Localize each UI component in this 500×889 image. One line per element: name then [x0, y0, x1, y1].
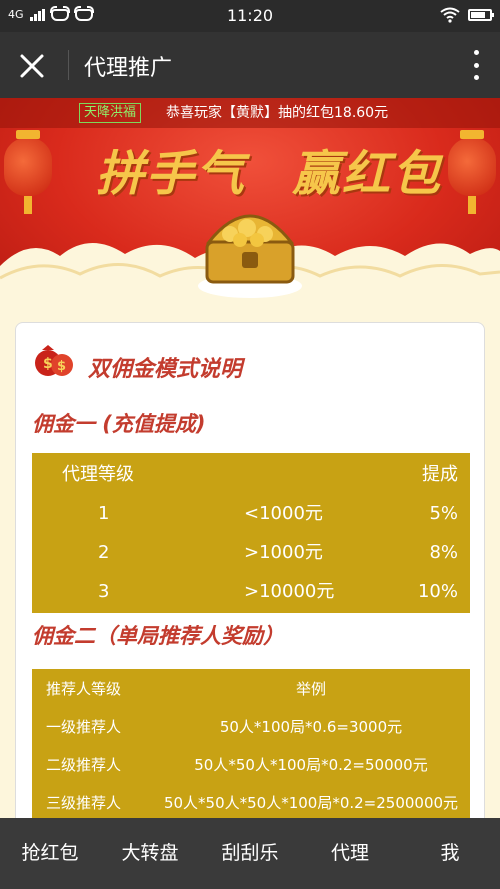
clock: 11:20 — [226, 6, 274, 25]
page-title: 代理推广 — [84, 56, 173, 81]
svg-text:$: $ — [57, 359, 66, 374]
cell-example: 50人*50人*50人*100局*0.2=2500000元 — [163, 794, 459, 812]
treasure-chest-icon — [198, 214, 302, 298]
cell-threshold: <1000元 — [244, 503, 323, 524]
nav-bar: 代理推广 — [0, 32, 500, 98]
commission-card: $ $ 双佣金模式说明 佣金一 (充值提成) 代理等级 提成 1 <1000元 … — [15, 322, 485, 843]
wifi-icon — [440, 7, 460, 23]
cell-rate: 5% — [429, 503, 458, 524]
cell-threshold: >10000元 — [244, 581, 335, 602]
promo-banner: 天降洪福 恭喜玩家【黄默】抽的红包18.60元 拼手气 赢红包 — [0, 98, 500, 308]
more-menu-icon[interactable] — [472, 50, 480, 80]
table-row: 3 >10000元 10% — [32, 574, 470, 610]
cell-level: 2 — [98, 542, 110, 563]
cell-threshold: >1000元 — [244, 542, 323, 563]
header-commission: 提成 — [422, 464, 458, 485]
table-row: 三级推荐人 50人*50人*50人*100局*0.2=2500000元 — [32, 785, 470, 821]
referral-reward-table: 推荐人等级 举例 一级推荐人 50人*100局*0.6=3000元 二级推荐人 … — [32, 669, 470, 843]
status-right — [440, 7, 494, 23]
cell-rate: 8% — [429, 542, 458, 563]
tab-red-packet[interactable]: 抢红包 — [0, 818, 100, 889]
header-example: 举例 — [295, 680, 326, 698]
section2-title: 佣金二（单局推荐人奖励） — [32, 624, 284, 648]
table-row: 一级推荐人 50人*100局*0.6=3000元 — [32, 709, 470, 745]
tab-agent[interactable]: 代理 — [300, 818, 400, 889]
battery-icon — [468, 9, 494, 21]
nav-divider — [68, 50, 69, 80]
winner-ticker: 天降洪福 恭喜玩家【黄默】抽的红包18.60元 — [0, 98, 500, 128]
cell-rate: 10% — [417, 581, 458, 602]
table-row: 2 >1000元 8% — [32, 535, 470, 571]
table-row: 二级推荐人 50人*50人*100局*0.2=50000元 — [32, 747, 470, 783]
ticker-tag: 天降洪福 — [79, 103, 142, 123]
recharge-commission-table: 代理等级 提成 1 <1000元 5% 2 >1000元 8% 3 >10000… — [32, 453, 470, 613]
tab-scratch-card[interactable]: 刮刮乐 — [200, 818, 300, 889]
cell-referrer-level: 三级推荐人 — [46, 794, 122, 812]
status-bar: 4G 11:20 — [0, 0, 500, 32]
lantern-icon — [448, 130, 496, 214]
cell-example: 50人*100局*0.6=3000元 — [219, 718, 403, 736]
header-agent-level: 代理等级 — [62, 464, 134, 485]
cell-referrer-level: 一级推荐人 — [46, 718, 122, 736]
money-bag-icon: $ $ — [35, 345, 73, 376]
svg-text:$: $ — [43, 356, 53, 372]
table-header-row: 代理等级 提成 — [32, 457, 470, 493]
close-icon[interactable] — [14, 48, 50, 84]
section1-title: 佣金一 (充值提成) — [32, 412, 206, 436]
ticker-text: 恭喜玩家【黄默】抽的红包18.60元 — [166, 105, 389, 121]
table-row: 1 <1000元 5% — [32, 496, 470, 532]
table-header-row: 推荐人等级 举例 — [32, 671, 470, 707]
header-referrer-level: 推荐人等级 — [46, 680, 122, 698]
tab-wheel[interactable]: 大转盘 — [100, 818, 200, 889]
cell-level: 1 — [98, 503, 110, 524]
cell-level: 3 — [98, 581, 110, 602]
tab-me[interactable]: 我 — [400, 818, 500, 889]
cell-example: 50人*50人*100局*0.2=50000元 — [194, 756, 428, 774]
lantern-icon — [4, 130, 52, 214]
bottom-tab-bar: 抢红包 大转盘 刮刮乐 代理 我 — [0, 818, 500, 889]
cell-referrer-level: 二级推荐人 — [46, 756, 122, 774]
card-title: 双佣金模式说明 — [88, 357, 243, 382]
